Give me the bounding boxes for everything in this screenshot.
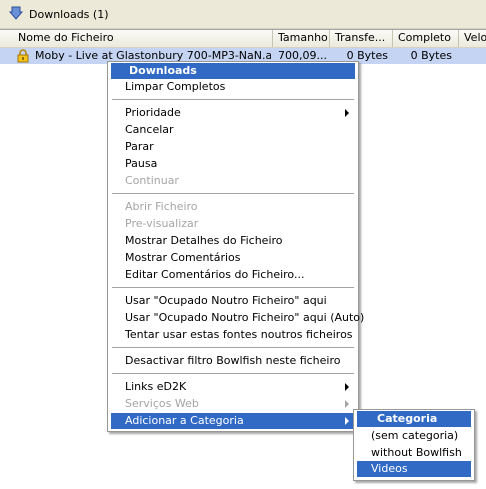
column-header-name[interactable]: Nome do Ficheiro bbox=[0, 30, 273, 47]
column-header-completed[interactable]: Completo bbox=[393, 30, 459, 47]
menu-item-preview[interactable]: Pre-visualizar bbox=[111, 216, 355, 232]
completed-cell: 0 Bytes bbox=[410, 49, 452, 62]
menu-item-use-busy-here-auto[interactable]: Usar "Ocupado Noutro Ficheiro" aqui (Aut… bbox=[111, 310, 364, 326]
menu-separator bbox=[112, 287, 354, 288]
menu-item-stop[interactable]: Parar bbox=[111, 139, 355, 155]
menu-item-cancel[interactable]: Cancelar bbox=[111, 122, 355, 138]
submenu-arrow-icon bbox=[345, 400, 349, 408]
downloads-title: Downloads (1) bbox=[29, 8, 109, 21]
category-submenu: Categoria (sem categoria) without Bowlfi… bbox=[353, 409, 475, 481]
column-header-transferred[interactable]: Transfe... bbox=[330, 30, 393, 47]
menu-item-show-details[interactable]: Mostrar Detalhes do Ficheiro bbox=[111, 233, 355, 249]
submenu-item-no-category[interactable]: (sem categoria) bbox=[357, 428, 471, 444]
menu-separator bbox=[112, 347, 354, 348]
menu-item-web-services-label: Serviços Web bbox=[125, 397, 199, 410]
menu-item-add-to-category[interactable]: Adicionar a Categoria bbox=[111, 413, 355, 429]
menu-item-web-services[interactable]: Serviços Web bbox=[111, 396, 355, 412]
down-arrow-icon bbox=[9, 6, 23, 20]
menu-item-resume[interactable]: Continuar bbox=[111, 173, 355, 189]
menu-item-disable-bowlfish[interactable]: Desactivar filtro Bowlfish neste ficheir… bbox=[111, 353, 355, 369]
menu-separator bbox=[112, 373, 354, 374]
submenu-arrow-icon bbox=[345, 383, 349, 391]
menu-separator bbox=[112, 193, 354, 194]
column-header-speed[interactable]: Velo bbox=[459, 30, 486, 47]
menu-item-priority[interactable]: Prioridade bbox=[111, 105, 355, 121]
menu-item-try-sources-other-files[interactable]: Tentar usar estas fontes noutros ficheir… bbox=[111, 327, 355, 343]
lock-icon bbox=[17, 49, 29, 63]
context-menu: Downloads Limpar Completos Prioridade Ca… bbox=[107, 61, 364, 432]
menu-item-clear-completed[interactable]: Limpar Completos bbox=[111, 79, 355, 95]
menu-item-edit-comments[interactable]: Editar Comentários do Ficheiro... bbox=[111, 267, 355, 283]
submenu-item-without-bowlfish[interactable]: without Bowlfish bbox=[357, 445, 471, 461]
submenu-item-videos[interactable]: Videos bbox=[357, 461, 471, 477]
menu-item-pause[interactable]: Pausa bbox=[111, 156, 355, 172]
menu-item-open-file[interactable]: Abrir Ficheiro bbox=[111, 199, 355, 215]
column-header-size[interactable]: Tamanho bbox=[273, 30, 330, 47]
menu-item-use-busy-here[interactable]: Usar "Ocupado Noutro Ficheiro" aqui bbox=[111, 293, 355, 309]
menu-header-downloads: Downloads bbox=[111, 63, 355, 79]
menu-item-add-to-category-label: Adicionar a Categoria bbox=[125, 414, 244, 427]
menu-item-show-comments[interactable]: Mostrar Comentários bbox=[111, 250, 355, 266]
menu-item-ed2k-links-label: Links eD2K bbox=[125, 380, 187, 393]
column-header-row: Nome do Ficheiro Tamanho Transfe... Comp… bbox=[0, 30, 486, 48]
submenu-arrow-icon bbox=[345, 417, 349, 425]
menu-item-priority-label: Prioridade bbox=[125, 106, 181, 119]
submenu-header-category: Categoria bbox=[357, 411, 471, 427]
menu-separator bbox=[112, 99, 354, 100]
submenu-arrow-icon bbox=[345, 109, 349, 117]
downloads-titlebar: Downloads (1) bbox=[0, 0, 486, 29]
menu-item-ed2k-links[interactable]: Links eD2K bbox=[111, 379, 355, 395]
